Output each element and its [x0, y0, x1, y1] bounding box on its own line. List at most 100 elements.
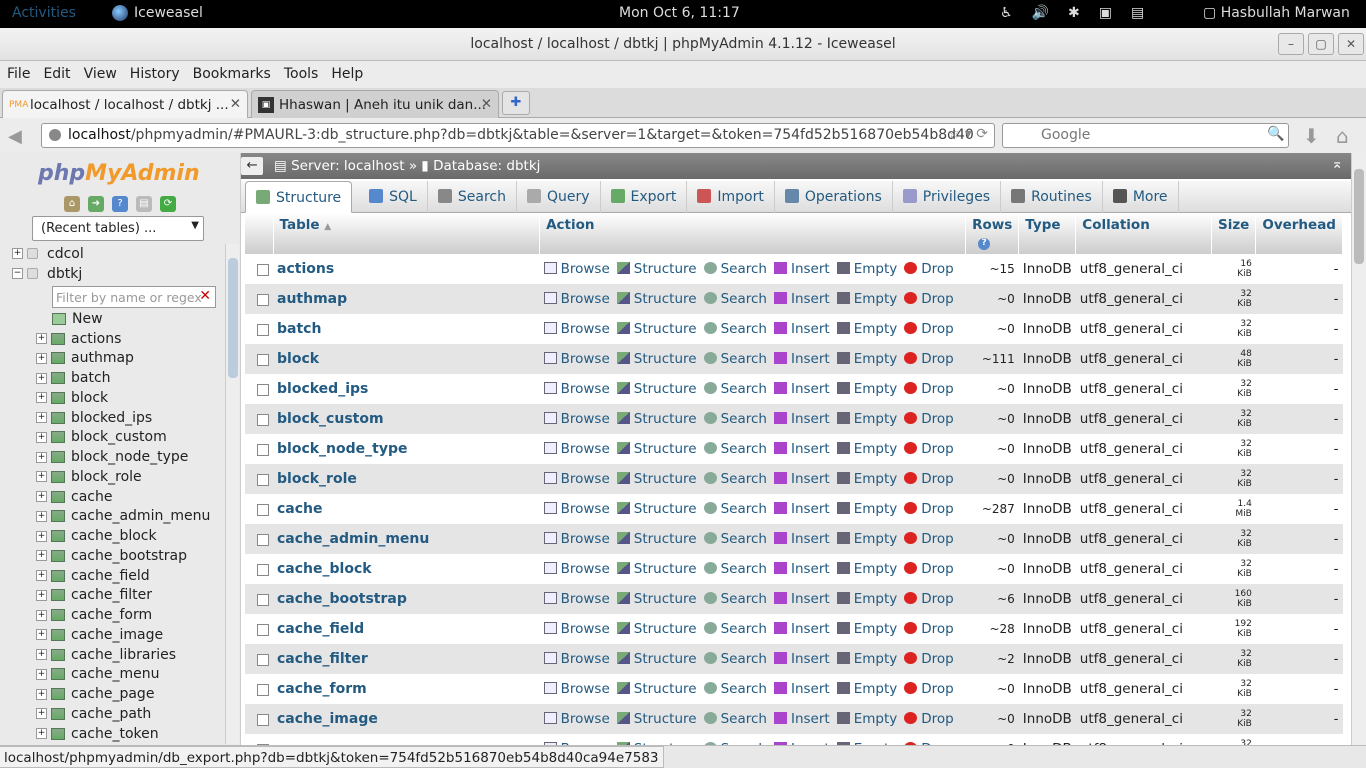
close-tab-icon[interactable]: ✕ — [230, 96, 241, 112]
clear-filter-icon[interactable]: ✕ — [199, 288, 211, 304]
size-cell[interactable]: 48 KiB — [1211, 344, 1256, 374]
table-name-link[interactable]: cache_block — [277, 561, 372, 577]
drop-action[interactable]: Drop — [904, 711, 954, 727]
search-action[interactable]: Search — [703, 441, 767, 457]
empty-action[interactable]: Empty — [836, 321, 897, 337]
row-checkbox[interactable] — [257, 684, 269, 696]
row-checkbox[interactable] — [257, 324, 269, 336]
collapse-top-icon[interactable]: ⌅ — [1331, 156, 1343, 172]
tree-table-item[interactable]: + cache_libraries — [36, 645, 176, 664]
expand-icon[interactable]: + — [36, 668, 47, 680]
tree-table-item[interactable]: + cache_token — [36, 724, 159, 743]
empty-action[interactable]: Empty — [836, 531, 897, 547]
browse-action[interactable]: Browse — [543, 711, 610, 727]
menu-edit[interactable]: Edit — [43, 61, 77, 88]
expand-icon[interactable]: + — [36, 728, 47, 739]
tree-table-item[interactable]: + block_node_type — [36, 448, 188, 467]
breadcrumb-server[interactable]: Server: localhost — [291, 158, 404, 174]
row-checkbox[interactable] — [257, 714, 269, 726]
help-icon[interactable]: ? — [112, 196, 128, 212]
tree-table-item[interactable]: + block — [36, 388, 108, 407]
tab-operations[interactable]: Operations — [775, 181, 893, 213]
search-action[interactable]: Search — [703, 351, 767, 367]
size-cell[interactable]: 32KiB — [1211, 284, 1256, 314]
drop-action[interactable]: Drop — [904, 621, 954, 637]
tab-export[interactable]: Export — [601, 181, 688, 213]
expand-icon[interactable]: + — [36, 688, 47, 700]
header-collation[interactable]: Collation — [1075, 213, 1212, 254]
tree-table-item[interactable]: + cache_admin_menu — [36, 507, 210, 526]
size-cell[interactable]: 32KiB — [1211, 404, 1256, 434]
tree-table-item[interactable]: + cache_image — [36, 625, 163, 644]
sidebar-scrollbar[interactable] — [225, 244, 239, 744]
row-checkbox[interactable] — [257, 534, 269, 546]
expand-icon[interactable]: + — [36, 372, 47, 384]
search-action[interactable]: Search — [703, 711, 767, 727]
row-checkbox[interactable] — [257, 594, 269, 606]
tab-import[interactable]: Import — [687, 181, 775, 213]
drop-action[interactable]: Drop — [904, 681, 954, 697]
structure-action[interactable]: Structure — [616, 621, 697, 637]
home-icon[interactable]: ⌂ — [64, 196, 80, 212]
empty-action[interactable]: Empty — [836, 471, 897, 487]
structure-action[interactable]: Structure — [616, 351, 697, 367]
table-name-link[interactable]: cache_field — [277, 621, 364, 637]
expand-icon[interactable]: + — [36, 708, 47, 720]
browse-action[interactable]: Browse — [543, 381, 610, 397]
row-checkbox[interactable] — [257, 354, 269, 366]
insert-action[interactable]: Insert — [773, 441, 830, 457]
structure-action[interactable]: Structure — [616, 441, 697, 457]
search-action[interactable]: Search — [703, 501, 767, 517]
empty-action[interactable]: Empty — [836, 441, 897, 457]
insert-action[interactable]: Insert — [773, 411, 830, 427]
insert-action[interactable]: Insert — [773, 561, 830, 577]
tree-table-item[interactable]: + cache_bootstrap — [36, 546, 187, 565]
size-cell[interactable]: 160 KiB — [1211, 584, 1256, 614]
search-action[interactable]: Search — [703, 411, 767, 427]
search-action[interactable]: Search — [703, 291, 767, 307]
site-identity-icon[interactable] — [49, 129, 61, 141]
tree-table-item[interactable]: + block_role — [36, 467, 142, 486]
home-icon[interactable]: ⌂ — [1336, 124, 1349, 148]
expand-icon[interactable]: + — [36, 609, 47, 621]
bluetooth-icon[interactable]: ✱ — [1068, 5, 1080, 21]
drop-action[interactable]: Drop — [904, 261, 954, 277]
browse-action[interactable]: Browse — [543, 591, 610, 607]
search-action[interactable]: Search — [703, 381, 767, 397]
structure-action[interactable]: Structure — [616, 501, 697, 517]
size-cell[interactable]: 32KiB — [1211, 644, 1256, 674]
table-name-link[interactable]: cache_admin_menu — [277, 531, 429, 547]
table-name-link[interactable]: actions — [277, 261, 334, 277]
header-table[interactable]: Table ▲ — [273, 213, 541, 254]
table-name-link[interactable]: cache_filter — [277, 651, 368, 667]
insert-action[interactable]: Insert — [773, 621, 830, 637]
app-menu[interactable]: Iceweasel — [112, 5, 203, 21]
drop-action[interactable]: Drop — [904, 351, 954, 367]
close-tab-icon[interactable]: ✕ — [481, 96, 492, 112]
tree-table-item[interactable]: + cache_menu — [36, 665, 159, 684]
header-type[interactable]: Type — [1018, 213, 1077, 254]
tree-table-item[interactable]: + actions — [36, 329, 121, 348]
main-scrollbar[interactable] — [1351, 153, 1366, 745]
menu-file[interactable]: File — [7, 61, 37, 88]
tree-db-cdcol[interactable]: + cdcol — [12, 244, 84, 263]
new-tab-button[interactable]: ✚ — [502, 91, 530, 115]
browse-action[interactable]: Browse — [543, 351, 610, 367]
row-checkbox[interactable] — [257, 624, 269, 636]
size-cell[interactable]: 32KiB — [1211, 374, 1256, 404]
row-checkbox[interactable] — [257, 414, 269, 426]
reload-icon[interactable]: ⟳ — [160, 196, 176, 212]
menu-help[interactable]: Help — [331, 61, 370, 88]
table-name-link[interactable]: blocked_ips — [277, 381, 368, 397]
search-action[interactable]: Search — [703, 561, 767, 577]
clock[interactable]: Mon Oct 6, 11:17 — [619, 5, 740, 21]
empty-action[interactable]: Empty — [836, 351, 897, 367]
empty-action[interactable]: Empty — [836, 651, 897, 667]
tab-more[interactable]: More — [1103, 181, 1179, 213]
structure-action[interactable]: Structure — [616, 411, 697, 427]
browser-tab-phpmyadmin[interactable]: PMA localhost / localhost / dbtkj ... ✕ — [2, 90, 248, 118]
tab-sql[interactable]: SQL — [359, 181, 428, 213]
empty-action[interactable]: Empty — [836, 381, 897, 397]
expand-icon[interactable]: + — [36, 471, 47, 483]
size-cell[interactable]: 1.4 MiB — [1211, 494, 1256, 524]
